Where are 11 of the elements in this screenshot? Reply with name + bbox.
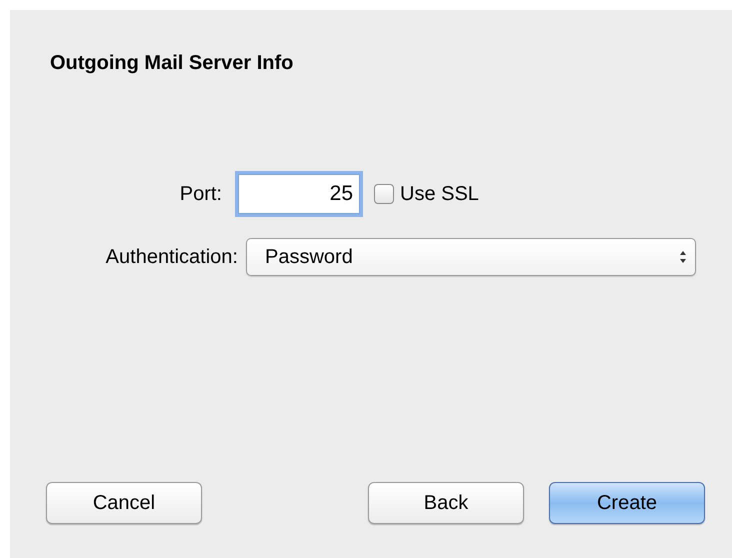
- authentication-label: Authentication:: [106, 245, 238, 270]
- authentication-select[interactable]: Password: [246, 238, 696, 276]
- port-field[interactable]: 25: [238, 174, 360, 214]
- stepper-arrows-icon: [679, 250, 687, 264]
- dialog-button[interactable]: Back: [368, 482, 524, 524]
- ssl-label: Use SSL: [400, 182, 479, 207]
- port-label: Port:: [180, 182, 222, 207]
- dialog-title: Outgoing Mail Server Info: [50, 51, 294, 76]
- ssl-checkbox[interactable]: [374, 184, 394, 204]
- dialog-button[interactable]: Create: [549, 482, 705, 524]
- dialog-button[interactable]: Cancel: [46, 482, 202, 524]
